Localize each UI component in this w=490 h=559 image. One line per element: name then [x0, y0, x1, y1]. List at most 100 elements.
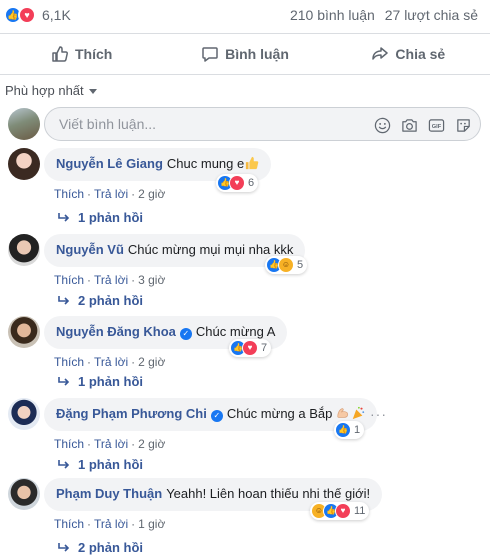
thumbs-up-emoji-icon [245, 156, 259, 173]
comment-reactions[interactable]: 👍 ☺ 5 [265, 256, 308, 274]
comments-count-link[interactable]: 210 bình luận [290, 7, 375, 23]
reaction-count: 5 [297, 259, 304, 271]
more-options-icon[interactable]: ··· [370, 406, 387, 422]
current-user-avatar[interactable] [8, 108, 40, 140]
post-action-bar: Thích Bình luận Chia sẻ [0, 38, 490, 70]
comment-item: Đặng Phạm Phương Chi ✓ Chúc mừng a Bắp ···… [8, 398, 482, 478]
comment-reactions[interactable]: 👍 1 [334, 421, 365, 439]
view-replies-link[interactable]: 1 phản hồi [58, 457, 143, 472]
comment-meta: Thích · Trả lời · 2 giờ [54, 187, 166, 201]
comment-share-stats: 210 bình luận 27 lượt chia sẻ [290, 7, 478, 23]
comment-reactions[interactable]: ☺ 👍 ♥ 11 [310, 502, 370, 520]
comment-composer: GIF [8, 107, 482, 141]
commenter-avatar[interactable] [8, 398, 40, 430]
comment-time[interactable]: 1 giờ [138, 517, 165, 531]
share-icon [372, 47, 389, 60]
view-replies-link[interactable]: 1 phản hồi [58, 210, 143, 225]
reaction-count: 11 [354, 505, 366, 517]
svg-text:GIF: GIF [431, 123, 441, 129]
reaction-count[interactable]: 6,1K [42, 7, 71, 23]
view-replies-link[interactable]: 2 phản hồi [58, 540, 143, 555]
love-reaction-icon: ♥ [18, 6, 36, 24]
like-reaction-icon: 👍 [335, 422, 351, 438]
love-reaction-icon: ♥ [242, 340, 258, 356]
thumbs-up-icon [52, 46, 68, 62]
comment-meta: Thích · Trả lời · 3 giờ [54, 273, 166, 287]
comment-icon [202, 47, 218, 62]
comment-reactions[interactable]: 👍 ♥ 6 [216, 174, 259, 192]
composer-tools: GIF [364, 116, 472, 134]
commenter-avatar[interactable] [8, 148, 40, 180]
comment-input[interactable] [59, 116, 309, 132]
comment-text: Yeahh! Liên hoan thiếu nhi thế giới! [166, 486, 371, 501]
comment-item: Nguyễn Đăng Khoa ✓ Chúc mừng A 👍 ♥ 7 Thích… [8, 316, 482, 396]
replies-count: 1 phản hồi [78, 210, 143, 225]
reaction-count: 7 [261, 342, 268, 354]
verified-badge-icon: ✓ [179, 328, 192, 340]
reaction-stats-bar: 👍 ♥ 6,1K 210 bình luận 27 lượt chia sẻ [0, 0, 490, 32]
commenter-avatar[interactable] [8, 234, 40, 266]
reaction-icons[interactable]: 👍 ♥ [4, 6, 36, 24]
comment-reply-link[interactable]: Trả lời [94, 355, 128, 369]
comment-reply-link[interactable]: Trả lời [94, 187, 128, 201]
sticker-icon[interactable] [454, 116, 472, 134]
comment-meta: Thích · Trả lời · 2 giờ [54, 355, 166, 369]
shares-count-link[interactable]: 27 lượt chia sẻ [385, 7, 478, 23]
share-button[interactable]: Chia sẻ [327, 38, 490, 70]
comment-reactions[interactable]: 👍 ♥ 7 [229, 339, 272, 357]
divider [0, 74, 490, 75]
comment-reply-link[interactable]: Trả lời [94, 437, 128, 451]
comment-time[interactable]: 2 giờ [138, 187, 165, 201]
replies-count: 2 phản hồi [78, 540, 143, 555]
comment-like-link[interactable]: Thích [54, 355, 84, 369]
comment-item: Nguyễn Vũ Chúc mừng mụi mụi nha kkk 👍 ☺ 5… [8, 234, 482, 314]
comment-reply-link[interactable]: Trả lời [94, 273, 128, 287]
view-replies-link[interactable]: 1 phản hồi [58, 374, 143, 389]
comment-button-label: Bình luận [225, 46, 289, 62]
replies-count: 1 phản hồi [78, 374, 143, 389]
sort-label: Phù hợp nhất [5, 83, 84, 98]
comment-text: Chuc mung e [166, 156, 245, 171]
comment-meta: Thích · Trả lời · 2 giờ [54, 437, 166, 451]
commenter-avatar[interactable] [8, 478, 40, 510]
comment-bubble: Đặng Phạm Phương Chi ✓ Chúc mừng a Bắp [44, 398, 378, 431]
comment-input-box: GIF [44, 107, 481, 141]
commenter-name[interactable]: Nguyễn Đăng Khoa [56, 324, 176, 339]
verified-badge-icon: ✓ [210, 410, 223, 422]
comment-like-link[interactable]: Thích [54, 187, 84, 201]
replies-count: 2 phản hồi [78, 293, 143, 308]
comment-time[interactable]: 2 giờ [138, 355, 165, 369]
comment-sort-dropdown[interactable]: Phù hợp nhất [5, 83, 97, 98]
love-reaction-icon: ♥ [229, 175, 245, 191]
share-button-label: Chia sẻ [395, 46, 446, 62]
comment-item: Nguyễn Lê Giang Chuc mung e 👍 ♥ 6 Thích · T… [8, 148, 482, 228]
comment-text: Chúc mừng A [195, 324, 276, 339]
comment-like-link[interactable]: Thích [54, 517, 84, 531]
comment-like-link[interactable]: Thích [54, 437, 84, 451]
commenter-name[interactable]: Nguyễn Vũ [56, 242, 124, 257]
commenter-name[interactable]: Phạm Duy Thuận [56, 486, 162, 501]
comment-button[interactable]: Bình luận [163, 38, 326, 70]
camera-icon[interactable] [400, 116, 418, 134]
comment-text: Chúc mừng mụi mụi nha kkk [127, 242, 294, 257]
gif-icon[interactable]: GIF [427, 116, 445, 134]
comment-time[interactable]: 2 giờ [138, 437, 165, 451]
reaction-count: 1 [354, 424, 361, 436]
love-reaction-icon: ♥ [335, 503, 351, 519]
commenter-name[interactable]: Đặng Phạm Phương Chi [56, 406, 207, 421]
reply-arrow-icon [58, 459, 70, 469]
commenter-name[interactable]: Nguyễn Lê Giang [56, 156, 163, 171]
reply-arrow-icon [58, 212, 70, 222]
reply-arrow-icon [58, 542, 70, 552]
reaction-count: 6 [248, 177, 255, 189]
comment-reply-link[interactable]: Trả lời [94, 517, 128, 531]
comment-like-link[interactable]: Thích [54, 273, 84, 287]
divider [0, 33, 490, 34]
comment-time[interactable]: 3 giờ [138, 273, 165, 287]
commenter-avatar[interactable] [8, 316, 40, 348]
like-button[interactable]: Thích [0, 38, 163, 70]
comment-meta: Thích · Trả lời · 1 giờ [54, 517, 166, 531]
comment-item: Phạm Duy Thuận Yeahh! Liên hoan thiếu nhi… [8, 478, 482, 559]
view-replies-link[interactable]: 2 phản hồi [58, 293, 143, 308]
emoji-icon[interactable] [373, 116, 391, 134]
